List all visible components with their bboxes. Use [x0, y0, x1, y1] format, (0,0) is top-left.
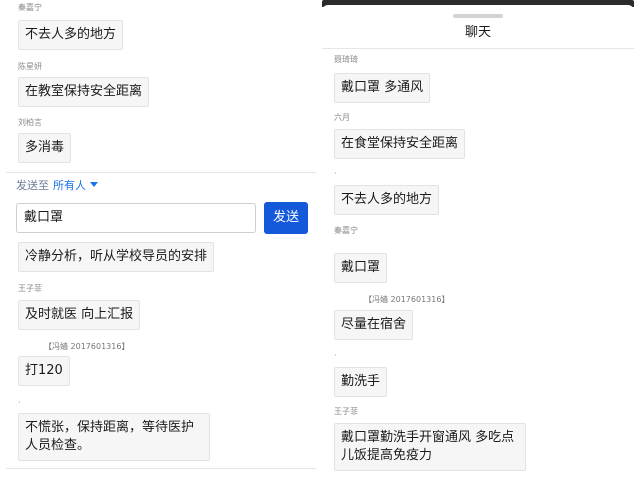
- chat-panel-left: 秦嘉宁 不去人多的地方 陈星妍 在教室保持安全距离 刘柏言 多消毒 发送至 所有人…: [6, 0, 316, 472]
- sender-name: ·: [334, 169, 337, 178]
- send-to-label: 发送至: [16, 179, 49, 192]
- chat-message: 尽量在宿舍: [334, 310, 414, 340]
- sender-name: 秦嘉宁: [334, 226, 358, 235]
- chat-message: 戴口罩: [334, 253, 388, 283]
- sender-name: 聂琦琦: [334, 55, 358, 64]
- chat-message: 在教室保持安全距离: [18, 77, 150, 107]
- chat-message: 不去人多的地方: [18, 20, 124, 50]
- chat-message: 及时就医 向上汇报: [18, 300, 141, 330]
- sender-name: ·: [18, 398, 21, 407]
- chat-message: 打120: [18, 356, 70, 386]
- divider: [322, 48, 634, 49]
- chat-message: 戴口罩 多通风: [334, 73, 431, 103]
- send-button[interactable]: 发送: [264, 202, 308, 234]
- chat-message: 戴口罩勤洗手开窗通风 多吃点儿饭提高免疫力: [334, 423, 526, 471]
- chat-message: 不慌张，保持距离，等待医护人员检查。: [18, 413, 210, 461]
- drag-handle[interactable]: [453, 14, 503, 18]
- page-title: 聊天: [464, 25, 491, 40]
- send-to-target[interactable]: 所有人: [53, 179, 86, 192]
- send-to-selector[interactable]: 发送至 所有人: [16, 179, 98, 193]
- divider: [6, 172, 316, 173]
- chevron-down-icon[interactable]: [90, 182, 98, 187]
- sender-name: 陈星妍: [18, 62, 42, 71]
- sender-name: 王子菲: [334, 407, 358, 416]
- chat-message: 冷静分析，听从学校导员的安排: [18, 242, 215, 272]
- sender-name: 秦嘉宁: [18, 3, 42, 12]
- sender-name: 六月: [334, 113, 350, 122]
- sender-tag: 【冯嫱 2017601316】: [364, 295, 450, 304]
- sender-name: 刘柏言: [18, 118, 42, 127]
- chat-message: 不去人多的地方: [334, 185, 440, 215]
- chat-panel-right: 聊天 聂琦琦 戴口罩 多通风 六月 在食堂保持安全距离 · 不去人多的地方 秦嘉…: [322, 0, 634, 480]
- chat-message: 多消毒: [18, 133, 72, 163]
- chat-message: 勤洗手: [334, 367, 388, 397]
- sheet-top-edge: [322, 0, 634, 11]
- sender-name: ·: [334, 351, 337, 360]
- message-input[interactable]: 戴口罩: [16, 203, 256, 233]
- chat-message: 在食堂保持安全距离: [334, 129, 466, 159]
- sender-tag: 【冯嫱 2017601316】: [44, 342, 130, 351]
- divider: [6, 468, 316, 469]
- sender-name: 王子菲: [18, 284, 42, 293]
